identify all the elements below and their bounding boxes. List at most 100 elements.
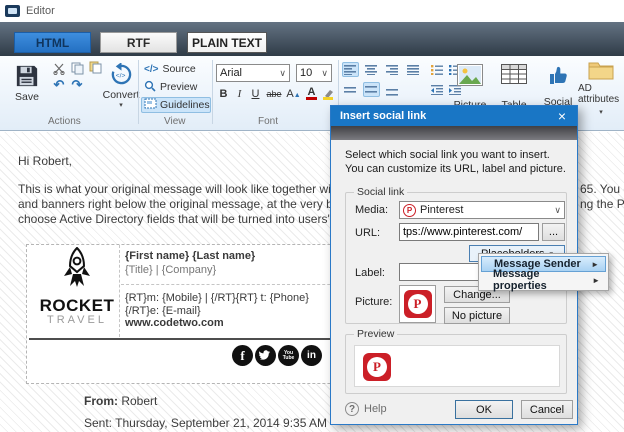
url-input[interactable] xyxy=(399,223,539,241)
help-icon: ? xyxy=(345,402,359,416)
line-spacing-3-icon[interactable] xyxy=(384,84,401,99)
font-color-button[interactable]: A xyxy=(304,86,319,101)
folder-icon xyxy=(588,59,614,83)
pinterest-preview-icon: P xyxy=(363,353,391,381)
tab-rtf[interactable]: RTF xyxy=(100,32,177,53)
chevron-down-icon: ∨ xyxy=(321,67,328,78)
ribbon-separator xyxy=(212,60,213,124)
decrease-indent-icon[interactable] xyxy=(430,82,445,97)
help-link[interactable]: ? Help xyxy=(345,402,387,416)
logo-text-rocket: ROCKET xyxy=(39,296,115,315)
preview-button[interactable]: Preview xyxy=(144,80,208,94)
body-line-2-fragment: ng the Plac xyxy=(580,197,624,211)
url-label: URL: xyxy=(355,227,381,239)
ribbon-separator xyxy=(138,60,139,124)
linkedin-glyph: in xyxy=(307,350,316,361)
justify-button[interactable] xyxy=(405,62,422,77)
logo-text-travel: TRAVEL xyxy=(47,314,107,326)
underline-button[interactable]: U xyxy=(248,86,263,101)
greeting-text: Hi Robert, xyxy=(18,154,73,168)
ad-attributes-dropdown-arrow: ▾ xyxy=(599,108,603,116)
bullet-list-icon[interactable] xyxy=(430,62,445,77)
ok-button[interactable]: OK xyxy=(455,400,513,419)
picture-preview-box: P xyxy=(399,285,436,323)
no-picture-button[interactable]: No picture xyxy=(444,307,510,324)
svg-text:</>: </> xyxy=(115,72,125,79)
pinterest-icon: P xyxy=(403,290,432,318)
signature-phone-line: {RT}m: {Mobile} | {/RT}{RT} t: {Phone} xyxy=(125,292,309,304)
italic-button[interactable]: I xyxy=(232,86,247,101)
social-button[interactable]: Social xyxy=(540,58,576,112)
highlight-button[interactable] xyxy=(320,86,335,101)
dialog-description: Select which social link you want to ins… xyxy=(345,149,566,175)
facebook-glyph: f xyxy=(240,347,245,363)
save-label: Save xyxy=(15,90,39,103)
table-icon xyxy=(501,63,527,87)
youtube-icon[interactable]: You Tube xyxy=(278,345,299,366)
superscript-button[interactable]: A▲ xyxy=(286,86,301,101)
align-left-button[interactable] xyxy=(342,62,359,77)
rocket-icon xyxy=(64,246,90,287)
font-group-label: Font xyxy=(258,116,279,127)
social-link-group-label: Social link xyxy=(354,186,408,198)
tab-plain-text[interactable]: PLAIN TEXT xyxy=(187,32,267,53)
font-color-bar xyxy=(306,97,317,100)
picture-field-label: Picture: xyxy=(355,296,393,308)
dialog-title: Insert social link xyxy=(340,110,427,122)
pinterest-glyph: P xyxy=(367,357,387,377)
signature-name: {First name} {Last name} xyxy=(125,250,256,262)
social-thumbs-up-icon xyxy=(546,63,570,90)
dialog-title-bar[interactable]: Insert social link xyxy=(331,106,577,126)
facebook-icon[interactable]: f xyxy=(232,345,253,366)
redo-icon[interactable]: ↷ xyxy=(70,77,84,92)
line-spacing-1-icon[interactable] xyxy=(342,82,359,97)
source-label: Source xyxy=(162,63,196,75)
chevron-down-icon: ∨ xyxy=(554,204,561,215)
window-title: Editor xyxy=(26,5,55,17)
app-icon xyxy=(5,5,20,17)
font-family-select[interactable]: Arial ∨ xyxy=(216,64,290,82)
media-select[interactable]: P Pinterest ∨ xyxy=(399,201,565,219)
superscript-icon: A▲ xyxy=(286,87,301,100)
source-button[interactable]: </> Source xyxy=(144,62,208,76)
format-tabstrip: HTML RTF PLAIN TEXT xyxy=(0,22,624,56)
view-group-label: View xyxy=(164,116,186,127)
label-label: Label: xyxy=(355,267,385,279)
undo-icon[interactable]: ↶ xyxy=(52,77,66,92)
align-center-button[interactable] xyxy=(363,62,380,77)
strikethrough-button[interactable]: abe xyxy=(264,86,284,101)
cancel-button[interactable]: Cancel xyxy=(521,400,573,419)
cut-icon[interactable] xyxy=(52,62,66,76)
align-right-button[interactable] xyxy=(384,62,401,77)
menu-item-label: Message properties xyxy=(493,268,547,292)
body-line-1-fragment: 65. You ca xyxy=(580,182,624,196)
bold-button[interactable]: B xyxy=(216,86,231,101)
line-spacing-2-icon[interactable] xyxy=(363,82,380,97)
chevron-down-icon: ∨ xyxy=(279,67,286,78)
pinterest-mini-icon: P xyxy=(403,203,416,217)
linkedin-icon[interactable]: in xyxy=(301,345,322,366)
guidelines-label: Guidelines xyxy=(160,99,210,111)
copy-icon[interactable] xyxy=(70,61,84,75)
close-icon[interactable]: × xyxy=(549,106,575,126)
tab-html[interactable]: HTML xyxy=(14,32,91,53)
picture-icon xyxy=(457,63,483,89)
placeholders-menu: Message Sender ► Message properties ► xyxy=(478,253,609,292)
font-family-value: Arial xyxy=(220,67,243,79)
twitter-icon[interactable] xyxy=(255,345,276,366)
preview-group: Preview P xyxy=(345,328,567,394)
preview-area: P xyxy=(354,345,560,387)
help-label: Help xyxy=(364,403,387,415)
menu-item-message-properties[interactable]: Message properties ► xyxy=(481,268,606,292)
font-color-letter: A xyxy=(307,86,316,98)
save-button[interactable]: Save xyxy=(10,61,44,105)
signature-divider xyxy=(119,245,120,337)
from-label: From: xyxy=(84,394,118,408)
font-size-select[interactable]: 10 ∨ xyxy=(296,64,332,82)
guidelines-toggle[interactable]: Guidelines xyxy=(141,97,211,113)
submenu-arrow-icon: ► xyxy=(591,259,599,269)
signature-website: www.codetwo.com xyxy=(125,317,224,329)
convert-icon: </> xyxy=(110,62,133,89)
browse-url-button[interactable]: ... xyxy=(542,223,565,241)
ad-attributes-button[interactable]: AD attributes ▾ xyxy=(578,58,624,116)
